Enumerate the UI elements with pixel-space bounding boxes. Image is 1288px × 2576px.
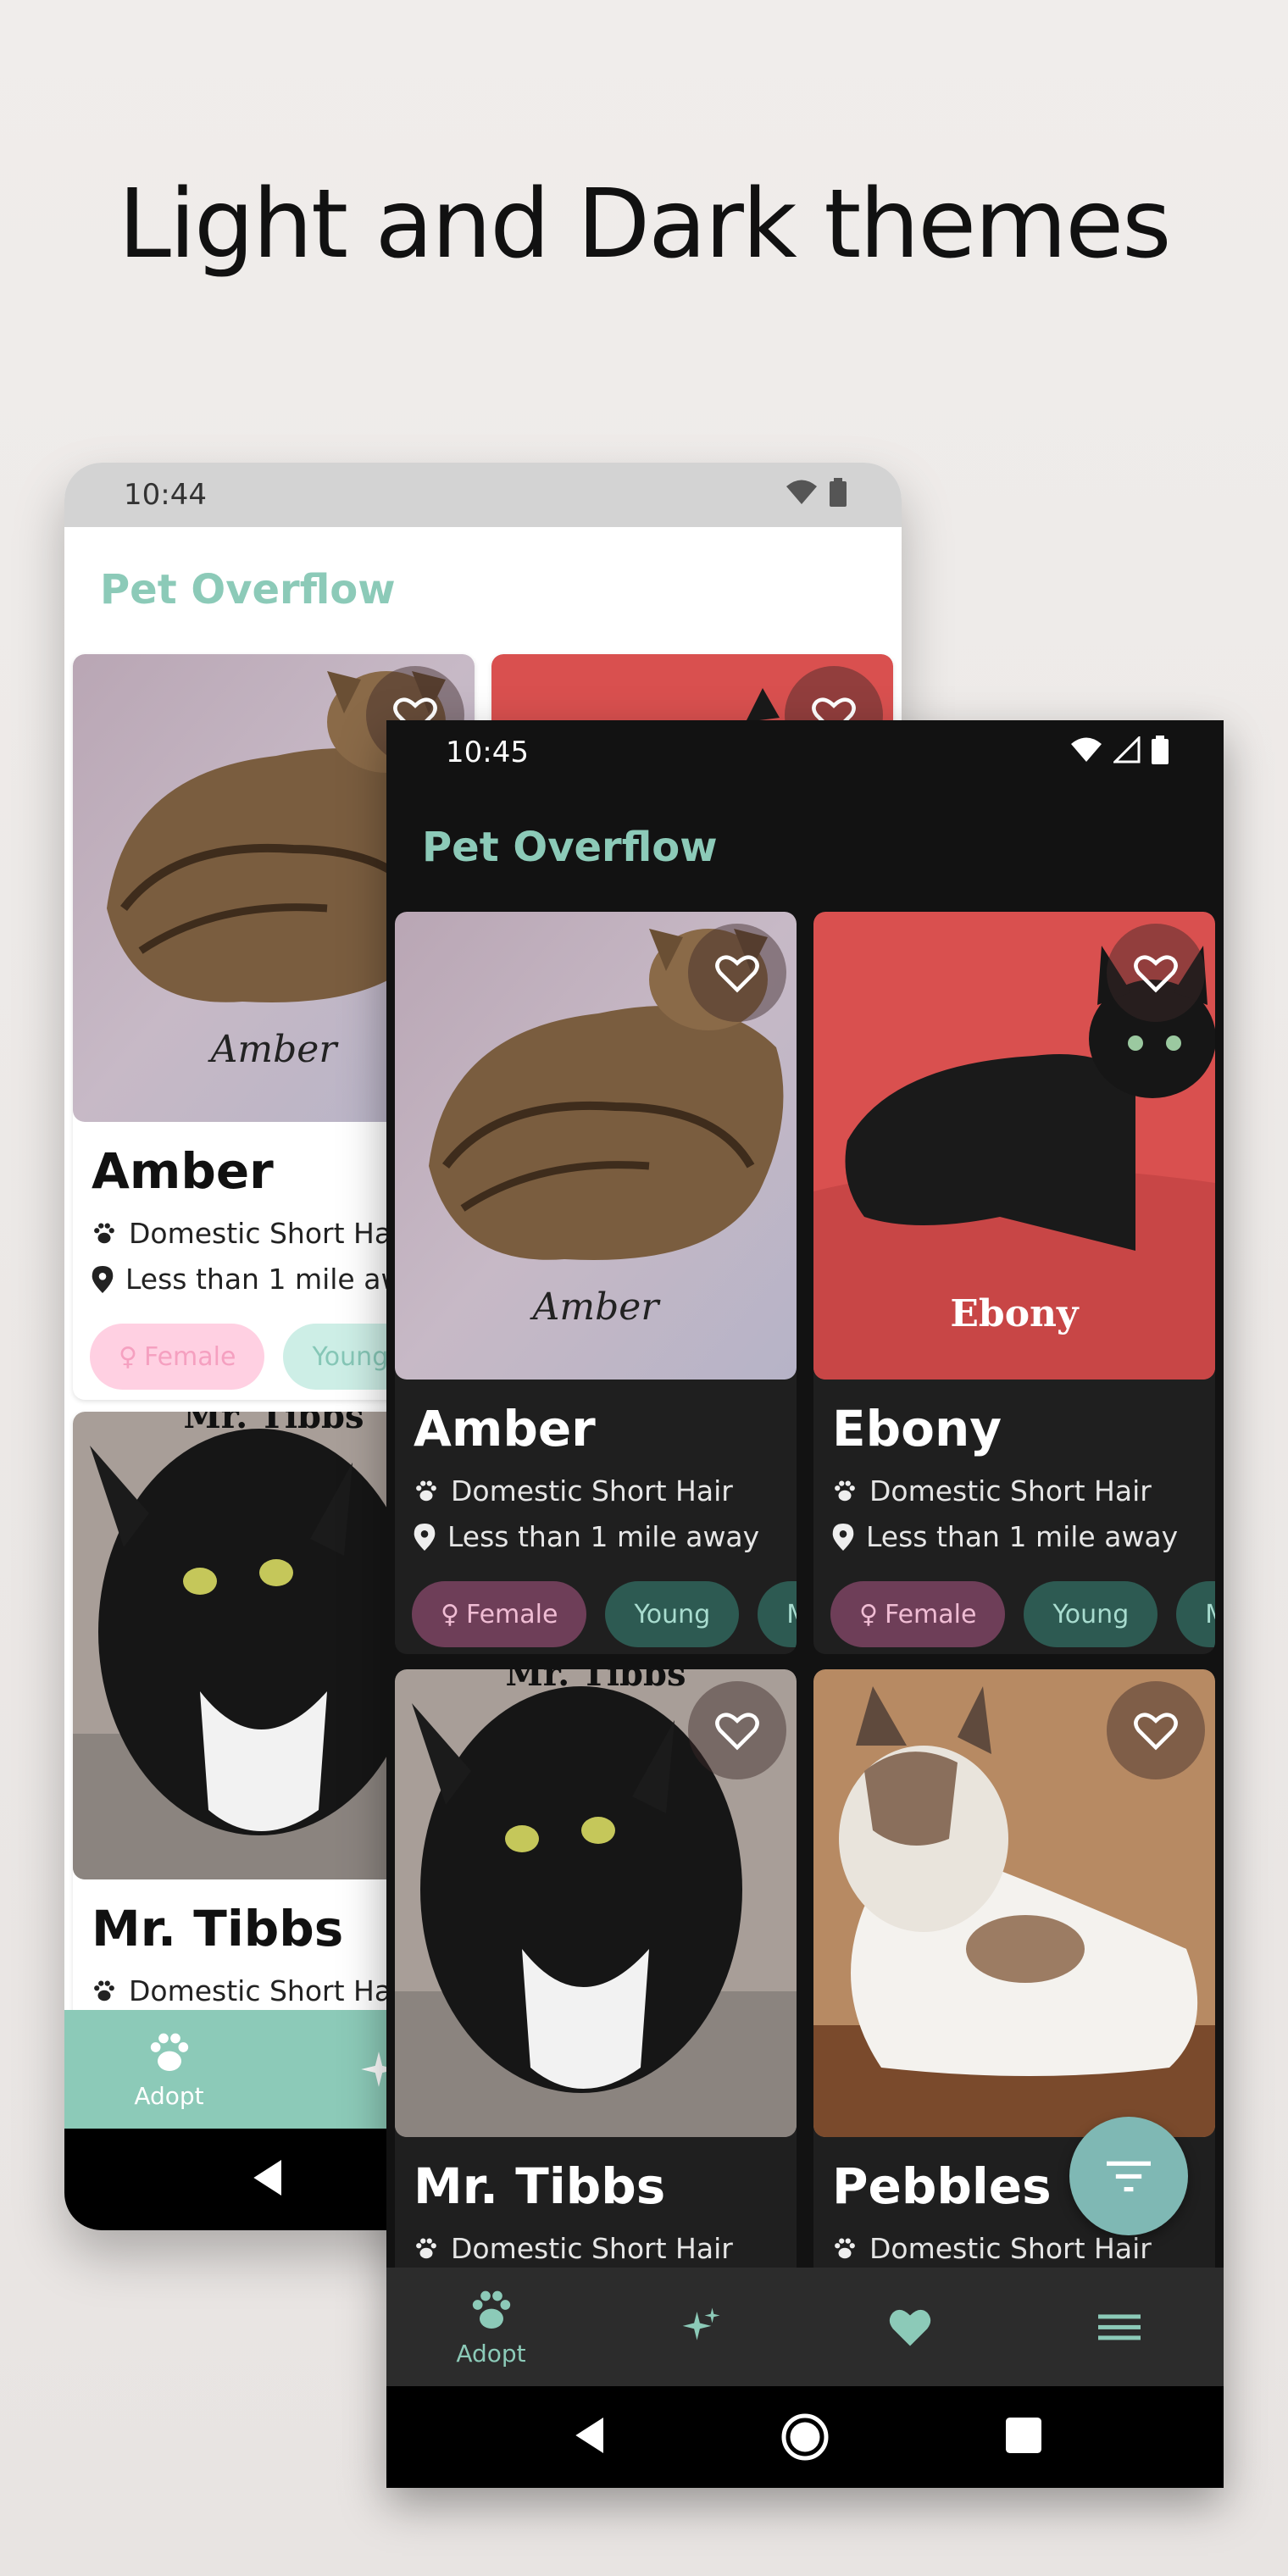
home-icon[interactable] [780, 2412, 830, 2462]
heart-outline-icon [715, 955, 759, 993]
female-icon: ♀ [119, 1341, 137, 1372]
battery-icon [830, 478, 847, 507]
pet-name: Mr. Tibbs [92, 1900, 344, 1957]
nav-adopt[interactable]: Adopt [64, 2010, 274, 2129]
pet-photo: Ebony [813, 912, 1215, 1380]
pet-card-pebbles[interactable]: Pebbles Domestic Short Hair [813, 1669, 1215, 2330]
pet-breed: Domestic Short Hair [869, 2232, 1152, 2265]
paw-icon [835, 2238, 855, 2258]
favorite-button[interactable] [1107, 1681, 1205, 1779]
location-pin-icon [832, 1523, 854, 1551]
photo-caption: Amber [532, 1285, 659, 1329]
pet-distance: Less than 1 mile away [447, 1520, 760, 1553]
app-title: Pet Overflow [422, 824, 718, 871]
favorite-button[interactable] [688, 1681, 786, 1779]
headline: Light and Dark themes [118, 169, 1172, 280]
battery-icon [1152, 736, 1169, 764]
paw-icon [150, 2033, 188, 2071]
heart-icon [889, 2309, 930, 2346]
paw-icon [416, 2238, 436, 2258]
system-navigation-bar [386, 2386, 1224, 2488]
menu-icon [1097, 2314, 1141, 2340]
back-icon[interactable] [568, 2412, 615, 2459]
pet-name: Amber [414, 1400, 596, 1457]
pet-photo [813, 1669, 1215, 2137]
paw-icon [94, 1223, 114, 1243]
pet-breed: Domestic Short Hair [129, 1217, 411, 1250]
paw-icon [472, 2290, 510, 2329]
nav-label: Adopt [134, 2081, 204, 2110]
female-icon: ♀ [441, 1599, 459, 1629]
status-bar: 10:44 [64, 463, 902, 527]
signal-icon [1113, 736, 1141, 763]
pet-name: Pebbles [832, 2157, 1052, 2215]
pet-name: Amber [92, 1142, 274, 1200]
favorite-button[interactable] [688, 924, 786, 1022]
pet-photo: Amber [395, 912, 797, 1380]
pet-card-mr-tibbs[interactable]: Mr. Tibbs Mr. Tibbs Domestic Short Hair [395, 1669, 797, 2330]
pet-photo: Mr. Tibbs [395, 1669, 797, 2137]
chip-sex[interactable]: ♀ Female [412, 1581, 587, 1647]
wifi-icon [786, 480, 817, 504]
nav-favorites[interactable] [805, 2268, 1014, 2386]
paw-icon [94, 1980, 114, 2001]
pet-breed: Domestic Short Hair [451, 1474, 733, 1507]
location-pin-icon [92, 1265, 114, 1293]
chip-sex[interactable]: ♀ Female [90, 1324, 265, 1390]
pet-name: Mr. Tibbs [414, 2157, 666, 2215]
pet-card-amber[interactable]: Amber Amber Domestic Short Hair Less tha… [395, 912, 797, 1654]
pet-breed: Domestic Short Hair [129, 1974, 411, 2007]
sparkle-icon [682, 2307, 719, 2340]
pet-distance: Less than 1 mile away [866, 1520, 1179, 1553]
heart-outline-icon [1134, 1713, 1178, 1751]
app-title: Pet Overflow [100, 566, 396, 613]
paw-icon [835, 1480, 855, 1501]
chip-sex[interactable]: ♀ Female [830, 1581, 1006, 1647]
heart-outline-icon [1134, 955, 1178, 993]
location-pin-icon [414, 1523, 436, 1551]
pet-card-ebony[interactable]: Ebony Ebony Domestic Short Hair Less tha… [813, 912, 1215, 1654]
chip-age[interactable]: Young [1024, 1581, 1158, 1647]
wifi-icon [1071, 737, 1102, 762]
status-time: 10:44 [124, 478, 207, 512]
filter-icon [1107, 2161, 1151, 2192]
app-bar: Pet Overflow [386, 785, 1224, 912]
status-bar: 10:45 [386, 720, 1224, 785]
heart-outline-icon [715, 1713, 759, 1751]
paw-icon [416, 1480, 436, 1501]
chip-size[interactable]: Medium [758, 1581, 797, 1647]
bottom-navigation: Adopt [386, 2268, 1224, 2386]
pet-breed: Domestic Short Hair [869, 1474, 1152, 1507]
app-bar: Pet Overflow [64, 527, 902, 654]
female-icon: ♀ [859, 1599, 878, 1629]
recents-icon[interactable] [1000, 2412, 1047, 2459]
dark-theme-phone: 10:45 Pet Overflow Amber Amber Domestic … [386, 720, 1224, 2488]
nav-adopt[interactable]: Adopt [386, 2268, 596, 2386]
back-icon[interactable] [246, 2154, 293, 2201]
status-time: 10:45 [446, 736, 529, 769]
pet-name: Ebony [832, 1400, 1002, 1457]
nav-discover[interactable] [596, 2268, 805, 2386]
photo-caption: Ebony [950, 1292, 1079, 1335]
nav-menu[interactable] [1014, 2268, 1224, 2386]
pet-breed: Domestic Short Hair [451, 2232, 733, 2265]
nav-label: Adopt [456, 2339, 526, 2368]
chip-age[interactable]: Young [605, 1581, 740, 1647]
chip-size[interactable]: Medium [1176, 1581, 1215, 1647]
filter-fab[interactable] [1069, 2117, 1188, 2235]
favorite-button[interactable] [1107, 924, 1205, 1022]
